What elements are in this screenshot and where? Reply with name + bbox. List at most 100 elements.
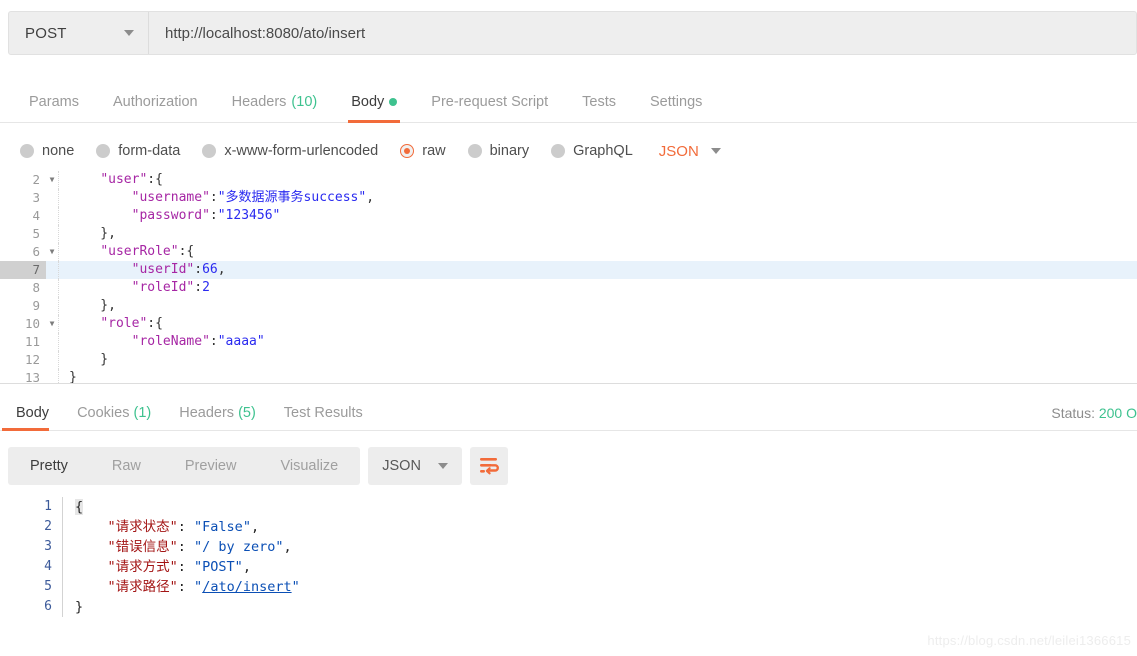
code-line: 7 "userId":66,	[0, 261, 1137, 279]
code-line: 11 "roleName":"aaaa"	[0, 333, 1137, 351]
code-text: "请求方式": "POST",	[62, 557, 251, 577]
code-token: "请求状态"	[107, 519, 178, 535]
code-token: "aaaa"	[217, 334, 265, 349]
code-token: :	[194, 280, 203, 295]
request-body-editor[interactable]: 2 ▼ "user":{3 "username":"多数据源事务success",…	[0, 171, 1137, 384]
code-line: 4 "password":"123456"	[0, 207, 1137, 225]
body-type-form-data-label: form-data	[118, 143, 181, 159]
code-text: },	[58, 225, 116, 243]
body-type-binary[interactable]: binary	[467, 143, 530, 159]
body-type-raw-label: raw	[422, 143, 446, 159]
tab-pre-request-script-label: Pre-request Script	[431, 94, 549, 110]
http-method-dropdown[interactable]: POST	[9, 12, 149, 54]
code-token: :	[194, 262, 203, 277]
line-number: 7	[0, 261, 46, 279]
code-text: "role":{	[58, 315, 163, 333]
tab-authorization[interactable]: Authorization	[96, 94, 215, 122]
response-tab-headers[interactable]: Headers (5)	[165, 405, 270, 430]
code-token: "user"	[100, 172, 148, 187]
response-tab-test-results[interactable]: Test Results	[270, 405, 377, 430]
fold-toggle-icon[interactable]: ▼	[46, 315, 58, 333]
response-tab-body[interactable]: Body	[2, 405, 63, 431]
code-line: 8 "roleId":2	[0, 279, 1137, 297]
code-text: {	[62, 497, 84, 517]
body-type-raw[interactable]: raw	[400, 143, 446, 159]
response-view-raw[interactable]: Raw	[90, 447, 163, 485]
line-number: 9	[32, 298, 40, 313]
response-tab-body-label: Body	[16, 405, 50, 421]
fold-toggle-icon[interactable]: ▼	[46, 171, 58, 189]
body-type-graphql[interactable]: GraphQL	[551, 143, 633, 159]
code-token: :{	[147, 172, 163, 187]
code-text: }	[58, 351, 108, 369]
code-line: 5 "请求路径": "/ato/insert"	[0, 577, 1137, 597]
code-token: "/ by zero"	[194, 539, 284, 555]
line-number: 12	[24, 352, 40, 367]
code-token: ,	[283, 539, 292, 555]
code-line: 6}	[0, 597, 1137, 617]
response-tab-cookies-label: Cookies	[77, 405, 130, 421]
body-format-dropdown[interactable]: JSON	[659, 143, 721, 160]
code-token: ,	[217, 262, 226, 277]
line-number: 3	[44, 539, 52, 554]
response-tab-test-results-label: Test Results	[283, 405, 363, 421]
body-type-form-data[interactable]: form-data	[96, 143, 180, 159]
tab-pre-request-script[interactable]: Pre-request Script	[414, 94, 565, 122]
body-type-row: none form-data x-www-form-urlencoded raw…	[0, 131, 1137, 171]
code-line: 12 }	[0, 351, 1137, 369]
body-type-urlencoded[interactable]: x-www-form-urlencoded	[202, 143, 378, 159]
request-url-bar: POST	[8, 11, 1137, 55]
fold-toggle-icon[interactable]: ▼	[46, 243, 58, 261]
response-view-preview[interactable]: Preview	[163, 447, 259, 485]
code-token: "多数据源事务success"	[217, 190, 367, 205]
code-token: :	[177, 519, 195, 535]
response-view-visualize[interactable]: Visualize	[258, 447, 360, 485]
response-tab-cookies[interactable]: Cookies (1)	[63, 405, 165, 430]
body-type-none[interactable]: none	[20, 143, 74, 159]
response-format-dropdown[interactable]: JSON	[368, 447, 463, 485]
code-token: ,	[242, 559, 251, 575]
tab-body[interactable]: Body	[334, 94, 414, 123]
response-view-pretty[interactable]: Pretty	[8, 447, 90, 485]
line-number: 6	[32, 244, 40, 259]
code-token: "userRole"	[100, 244, 179, 259]
code-token: "username"	[131, 190, 210, 205]
body-format-label: JSON	[658, 142, 699, 160]
code-token: :	[209, 334, 218, 349]
tab-headers[interactable]: Headers (10)	[215, 94, 335, 122]
tab-settings[interactable]: Settings	[633, 94, 719, 122]
line-number: 5	[44, 579, 52, 594]
tab-authorization-label: Authorization	[112, 94, 198, 110]
code-text: "user":{	[58, 171, 163, 189]
line-number: 2	[32, 172, 40, 187]
response-format-label: JSON	[382, 458, 421, 474]
tab-tests-label: Tests	[582, 94, 616, 110]
request-url-input[interactable]	[149, 12, 1136, 54]
code-token: ,	[366, 190, 375, 205]
code-token: :	[177, 539, 195, 555]
code-token: "role"	[100, 316, 148, 331]
tab-headers-label: Headers	[231, 94, 287, 110]
tab-body-label: Body	[351, 94, 385, 110]
tab-params[interactable]: Params	[12, 94, 96, 122]
code-line: 3 "username":"多数据源事务success",	[0, 189, 1137, 207]
code-token: "请求方式"	[107, 559, 178, 575]
word-wrap-button[interactable]	[470, 447, 509, 485]
code-token: "请求路径"	[107, 579, 178, 595]
code-token: "POST"	[194, 559, 243, 575]
tab-tests[interactable]: Tests	[565, 94, 633, 122]
code-token: 2	[202, 280, 210, 295]
code-text: }	[62, 597, 83, 617]
radio-icon	[551, 144, 566, 158]
tab-settings-label: Settings	[649, 94, 703, 110]
code-text: "roleName":"aaaa"	[58, 333, 265, 351]
response-body-viewer[interactable]: 1{2 "请求状态": "False", 3 "错误信息": "/ by zero…	[0, 497, 1137, 637]
body-type-binary-label: binary	[489, 143, 530, 159]
code-token: {	[75, 499, 84, 515]
status-badge: 200 O	[1098, 405, 1137, 421]
code-token: :{	[147, 316, 163, 331]
